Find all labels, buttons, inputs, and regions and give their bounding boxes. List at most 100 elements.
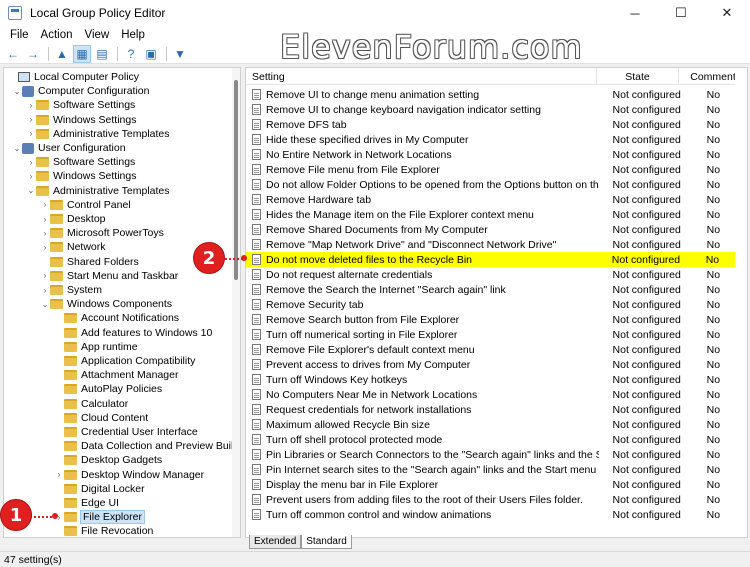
minimize-button[interactable]: ─ <box>612 0 658 26</box>
tree-item[interactable]: › Microsoft PowerToys <box>40 226 164 240</box>
tree-item[interactable]: › Windows Settings <box>26 169 137 183</box>
properties-icon[interactable]: ▣ <box>142 45 160 63</box>
policy-row[interactable]: Do not move deleted files to the Recycle… <box>246 252 735 267</box>
tree-item[interactable]: › Software Settings <box>26 155 136 169</box>
tree-item[interactable]: File Revocation <box>54 524 153 537</box>
policy-row[interactable]: Turn off common control and window anima… <box>246 507 736 522</box>
policy-row[interactable]: Remove File menu from File Explorer Not c… <box>246 162 736 177</box>
policy-row[interactable]: Remove "Map Network Drive" and "Disconne… <box>246 237 736 252</box>
tree-item[interactable]: Add features to Windows 10 <box>54 326 212 340</box>
expand-chevron-icon[interactable]: › <box>40 226 50 240</box>
policy-row[interactable]: Remove the Search the Internet "Search a… <box>246 282 736 297</box>
menu-help[interactable]: Help <box>115 29 151 41</box>
collapse-chevron-icon[interactable]: ⌄ <box>26 184 36 198</box>
tree-item[interactable]: › Desktop <box>40 212 106 226</box>
tree-item[interactable]: App runtime <box>54 340 138 354</box>
expand-chevron-icon[interactable]: › <box>26 155 36 169</box>
tab-standard[interactable]: Standard <box>301 535 352 549</box>
policy-row[interactable]: Remove DFS tab Not configured No <box>246 117 736 132</box>
expand-chevron-icon[interactable]: › <box>40 240 50 254</box>
expand-chevron-icon[interactable]: › <box>26 127 36 141</box>
tree-item[interactable]: ⌄ Administrative Templates <box>26 184 170 198</box>
expand-chevron-icon[interactable]: › <box>26 98 36 112</box>
policy-row[interactable]: Remove Shared Documents from My Computer… <box>246 222 736 237</box>
tree-item[interactable]: Edge UI <box>54 496 119 510</box>
policy-row[interactable]: Remove UI to change menu animation setti… <box>246 87 736 102</box>
policy-row[interactable]: Prevent access to drives from My Compute… <box>246 357 736 372</box>
policy-row[interactable]: Maximum allowed Recycle Bin size Not conf… <box>246 417 736 432</box>
list-scrollbar[interactable] <box>735 68 747 537</box>
tree-item[interactable]: Local Computer Policy <box>8 70 139 84</box>
tree-item[interactable]: › Windows Settings <box>26 113 137 127</box>
expand-chevron-icon[interactable]: › <box>26 169 36 183</box>
back-arrow-icon[interactable]: ← <box>4 45 22 63</box>
policy-row[interactable]: Turn off shell protocol protected mode No… <box>246 432 736 447</box>
tree-item[interactable]: › Software Settings <box>26 98 136 112</box>
tree-scroll-thumb[interactable] <box>234 80 238 280</box>
tree-item[interactable]: › Network <box>40 240 106 254</box>
export-list-icon[interactable]: ▤ <box>93 45 111 63</box>
tree-item[interactable]: Data Collection and Preview Builds <box>54 439 240 453</box>
tree-item[interactable]: › Control Panel <box>40 198 131 212</box>
policy-row[interactable]: Turn off numerical sorting in File Explo… <box>246 327 736 342</box>
forward-arrow-icon[interactable]: → <box>24 45 42 63</box>
policy-row[interactable]: No Computers Near Me in Network Location… <box>246 387 736 402</box>
tree-item[interactable]: Desktop Gadgets <box>54 453 162 467</box>
help-icon[interactable]: ? <box>122 45 140 63</box>
close-button[interactable]: ✕ <box>704 0 750 26</box>
policy-row[interactable]: Remove UI to change keyboard navigation … <box>246 102 736 117</box>
tree-item[interactable]: ⌄ Computer Configuration <box>12 84 150 98</box>
policy-row[interactable]: Hides the Manage item on the File Explor… <box>246 207 736 222</box>
tree-item[interactable]: Credential User Interface <box>54 425 198 439</box>
tree-item[interactable]: AutoPlay Policies <box>54 382 162 396</box>
policy-row[interactable]: Remove Search button from File Explorer N… <box>246 312 736 327</box>
policy-row[interactable]: Turn off Windows Key hotkeys Not configur… <box>246 372 736 387</box>
expand-chevron-icon[interactable]: › <box>40 198 50 212</box>
column-header-setting[interactable]: Setting <box>246 68 597 85</box>
tree-item[interactable]: ⌄ Windows Components <box>40 297 172 311</box>
tab-extended[interactable]: Extended <box>249 535 302 549</box>
expand-chevron-icon[interactable]: › <box>26 113 36 127</box>
collapse-chevron-icon[interactable]: ⌄ <box>12 141 22 155</box>
collapse-chevron-icon[interactable]: ⌄ <box>12 84 22 98</box>
tree-item[interactable]: Attachment Manager <box>54 368 178 382</box>
tree-item[interactable]: ⌄ User Configuration <box>12 141 126 155</box>
policy-row[interactable]: Do not allow Folder Options to be opened… <box>246 177 736 192</box>
collapse-chevron-icon[interactable]: ⌄ <box>40 297 50 311</box>
policy-row[interactable]: Remove Hardware tab Not configured No <box>246 192 736 207</box>
policy-row[interactable]: Pin Libraries or Search Connectors to th… <box>246 447 736 462</box>
show-hide-tree-icon[interactable]: ▦ <box>73 44 91 63</box>
tree-item[interactable]: › Administrative Templates <box>26 127 170 141</box>
tree-item[interactable]: Calculator <box>54 397 128 411</box>
policy-row[interactable]: Pin Internet search sites to the "Search… <box>246 462 736 477</box>
policy-row[interactable]: Request credentials for network installa… <box>246 402 736 417</box>
expand-chevron-icon[interactable]: › <box>40 283 50 297</box>
column-header-state[interactable]: State <box>597 68 679 85</box>
maximize-button[interactable]: ☐ <box>658 0 704 26</box>
tree-item[interactable]: › Desktop Window Manager <box>54 468 204 482</box>
policy-row[interactable]: Do not request alternate credentials Not … <box>246 267 736 282</box>
menu-action[interactable]: Action <box>35 29 79 41</box>
tree-item[interactable]: Shared Folders <box>40 255 139 269</box>
up-folder-icon[interactable]: ▲ <box>53 45 71 63</box>
tree-item[interactable]: › File Explorer <box>54 510 145 525</box>
tree-item[interactable]: › System <box>40 283 102 297</box>
policy-row[interactable]: Display the menu bar in File Explorer Not… <box>246 477 736 492</box>
menu-file[interactable]: File <box>4 29 35 41</box>
policy-row[interactable]: Remove File Explorer's default context m… <box>246 342 736 357</box>
filter-icon[interactable]: ▼ <box>171 45 189 63</box>
tree-item[interactable]: Digital Locker <box>54 482 145 496</box>
policy-row[interactable]: Prevent users from adding files to the r… <box>246 492 736 507</box>
expand-chevron-icon[interactable]: › <box>54 468 64 482</box>
expand-chevron-icon[interactable]: › <box>40 269 50 283</box>
tree-item[interactable]: Account Notifications <box>54 311 179 325</box>
expand-chevron-icon[interactable]: › <box>40 212 50 226</box>
tree-scrollbar[interactable] <box>232 68 240 537</box>
policy-row[interactable]: Remove Security tab Not configured No <box>246 297 736 312</box>
tree-item[interactable]: › Start Menu and Taskbar <box>40 269 179 283</box>
policy-row[interactable]: Hide these specified drives in My Comput… <box>246 132 736 147</box>
tree-item[interactable]: Cloud Content <box>54 411 148 425</box>
policy-row[interactable]: No Entire Network in Network Locations No… <box>246 147 736 162</box>
tree-item[interactable]: Application Compatibility <box>54 354 195 368</box>
menu-view[interactable]: View <box>79 29 116 41</box>
